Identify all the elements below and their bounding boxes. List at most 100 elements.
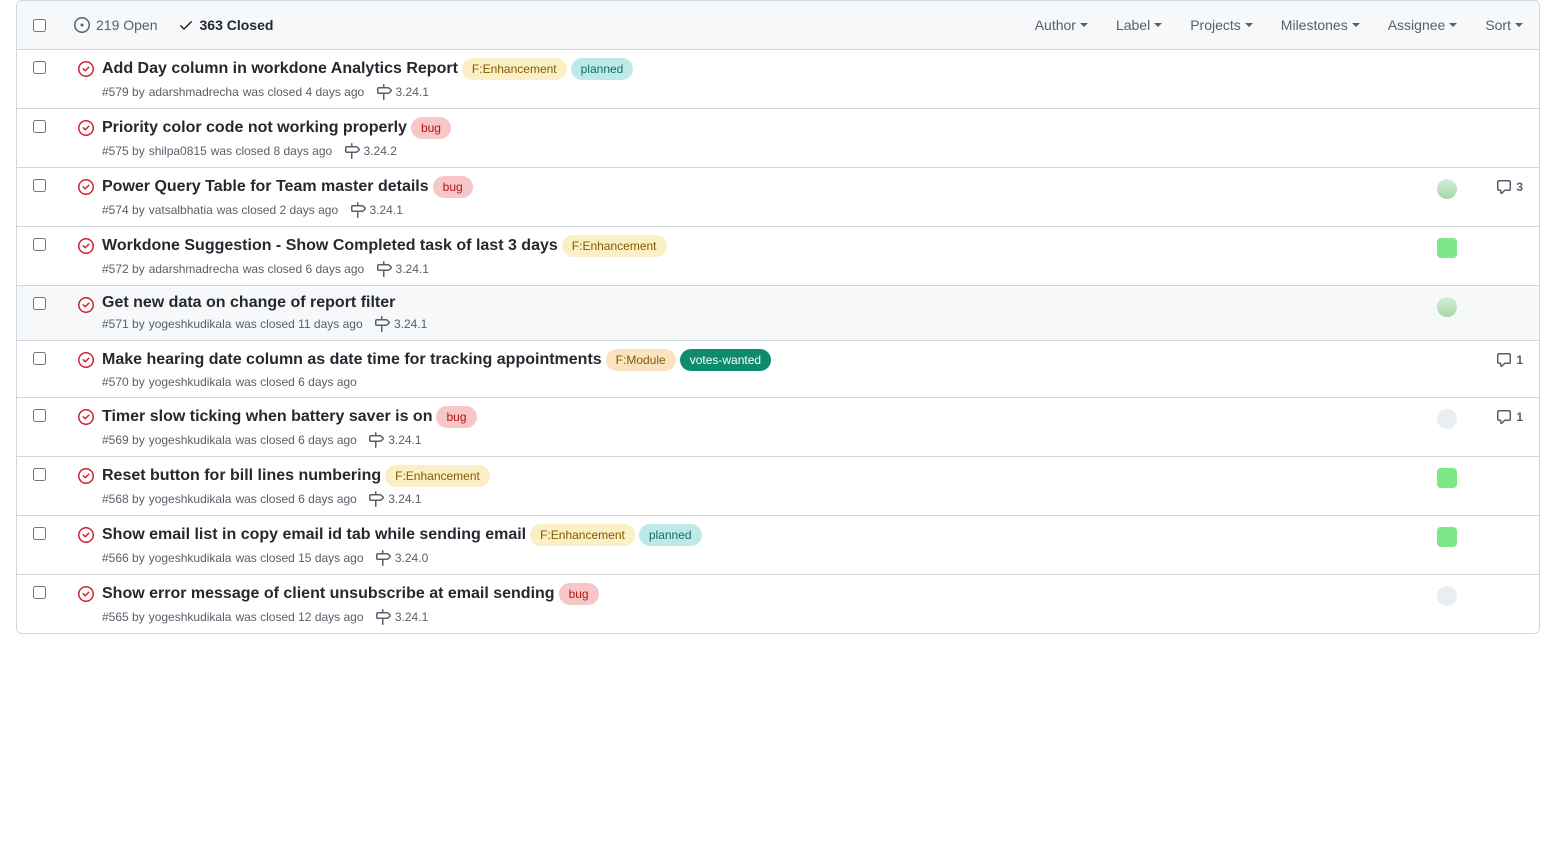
issue-label[interactable]: bug	[433, 176, 473, 198]
assignee-avatar[interactable]	[1437, 238, 1457, 258]
header-left: 219 Open 363 Closed	[33, 17, 281, 33]
issue-author-link[interactable]: yogeshkudikala	[149, 551, 232, 565]
issue-label[interactable]: F:Module	[606, 349, 676, 371]
chevron-down-icon	[1352, 23, 1360, 27]
milestone-link[interactable]: 3.24.1	[396, 262, 429, 276]
issue-checkbox[interactable]	[33, 61, 46, 74]
issue-row: Add Day column in workdone Analytics Rep…	[17, 50, 1539, 109]
issue-closed-icon	[78, 468, 94, 484]
issue-author-link[interactable]: vatsalbhatia	[149, 203, 213, 217]
issue-checkbox[interactable]	[33, 179, 46, 192]
milestone-icon	[368, 491, 384, 507]
assignee-avatar[interactable]	[1437, 409, 1457, 429]
issue-label[interactable]: bug	[436, 406, 476, 428]
closed-issues-toggle[interactable]: 363 Closed	[170, 17, 282, 33]
issue-label[interactable]: F:Enhancement	[562, 235, 667, 257]
milestone-icon	[376, 261, 392, 277]
issue-row: Make hearing date column as date time fo…	[17, 341, 1539, 398]
issue-author-link[interactable]: adarshmadrecha	[149, 85, 239, 99]
comments-link[interactable]: 3	[1496, 179, 1523, 195]
issue-row: Show email list in copy email id tab whi…	[17, 516, 1539, 575]
open-issues-toggle[interactable]: 219 Open	[66, 17, 166, 33]
issue-title-link[interactable]: Reset button for bill lines numbering	[102, 467, 381, 485]
filter-assignee[interactable]: Assignee	[1388, 17, 1458, 33]
select-all-checkbox[interactable]	[33, 19, 46, 32]
issue-checkbox[interactable]	[33, 586, 46, 599]
issue-checkbox[interactable]	[33, 409, 46, 422]
issue-checkbox[interactable]	[33, 468, 46, 481]
milestone-link[interactable]: 3.24.1	[396, 85, 429, 99]
issue-title-link[interactable]: Power Query Table for Team master detail…	[102, 178, 429, 196]
issue-title-link[interactable]: Workdone Suggestion - Show Completed tas…	[102, 237, 558, 255]
issue-label[interactable]: bug	[559, 583, 599, 605]
issue-title-link[interactable]: Show error message of client unsubscribe…	[102, 585, 555, 603]
issue-checkbox[interactable]	[33, 527, 46, 540]
issue-label[interactable]: F:Enhancement	[530, 524, 635, 546]
milestone-link[interactable]: 3.24.1	[370, 203, 403, 217]
issue-author-link[interactable]: yogeshkudikala	[149, 433, 232, 447]
chevron-down-icon	[1449, 23, 1457, 27]
issue-opened-icon	[74, 17, 90, 33]
issue-meta: #575 by shilpa0815 was closed 8 days ago…	[102, 143, 1397, 159]
issues-body: Add Day column in workdone Analytics Rep…	[17, 50, 1539, 633]
issue-row: Show error message of client unsubscribe…	[17, 575, 1539, 633]
issues-list-container: 219 Open 363 Closed Author Label Project…	[16, 0, 1540, 634]
issue-title-link[interactable]: Get new data on change of report filter	[102, 294, 395, 312]
issue-author-link[interactable]: yogeshkudikala	[149, 317, 232, 331]
milestone-icon	[376, 84, 392, 100]
assignee-avatar[interactable]	[1437, 297, 1457, 317]
issue-label[interactable]: planned	[571, 58, 634, 80]
issue-author-link[interactable]: yogeshkudikala	[149, 375, 232, 389]
comments-link[interactable]: 1	[1496, 352, 1523, 368]
issue-author-link[interactable]: shilpa0815	[149, 144, 207, 158]
milestone-icon	[350, 202, 366, 218]
assignee-avatar[interactable]	[1437, 527, 1457, 547]
milestone-icon	[368, 432, 384, 448]
issue-meta: #569 by yogeshkudikala was closed 6 days…	[102, 432, 1397, 448]
filter-author[interactable]: Author	[1035, 17, 1088, 33]
issue-title-link[interactable]: Show email list in copy email id tab whi…	[102, 526, 526, 544]
assignee-avatar[interactable]	[1437, 586, 1457, 606]
milestone-link[interactable]: 3.24.1	[388, 492, 421, 506]
issue-closed-icon	[78, 527, 94, 543]
issue-row: Power Query Table for Team master detail…	[17, 168, 1539, 227]
issue-label[interactable]: votes-wanted	[680, 349, 771, 371]
header-right: Author Label Projects Milestones Assigne…	[1035, 17, 1523, 33]
issue-closed-icon	[78, 120, 94, 136]
closed-count-label: 363 Closed	[200, 17, 274, 33]
filter-milestones[interactable]: Milestones	[1281, 17, 1360, 33]
assignee-avatar[interactable]	[1437, 468, 1457, 488]
issue-meta: #566 by yogeshkudikala was closed 15 day…	[102, 550, 1397, 566]
issue-title-link[interactable]: Priority color code not working properly	[102, 119, 407, 137]
milestone-link[interactable]: 3.24.2	[364, 144, 397, 158]
milestone-link[interactable]: 3.24.1	[395, 610, 428, 624]
issue-author-link[interactable]: yogeshkudikala	[149, 492, 232, 506]
issue-label[interactable]: planned	[639, 524, 702, 546]
issue-checkbox[interactable]	[33, 352, 46, 365]
issue-label[interactable]: bug	[411, 117, 451, 139]
issue-title-link[interactable]: Add Day column in workdone Analytics Rep…	[102, 60, 458, 78]
comments-link[interactable]: 1	[1496, 409, 1523, 425]
chevron-down-icon	[1515, 23, 1523, 27]
milestone-link[interactable]: 3.24.1	[388, 433, 421, 447]
issue-title-link[interactable]: Timer slow ticking when battery saver is…	[102, 408, 432, 426]
issue-meta: #570 by yogeshkudikala was closed 6 days…	[102, 375, 1397, 389]
assignee-avatar[interactable]	[1437, 179, 1457, 199]
filter-sort[interactable]: Sort	[1485, 17, 1523, 33]
issue-checkbox[interactable]	[33, 238, 46, 251]
issue-row: Reset button for bill lines numberingF:E…	[17, 457, 1539, 516]
issue-title-link[interactable]: Make hearing date column as date time fo…	[102, 351, 602, 369]
issue-author-link[interactable]: adarshmadrecha	[149, 262, 239, 276]
issue-row: Timer slow ticking when battery saver is…	[17, 398, 1539, 457]
issue-meta: #568 by yogeshkudikala was closed 6 days…	[102, 491, 1397, 507]
issue-author-link[interactable]: yogeshkudikala	[149, 610, 232, 624]
milestone-link[interactable]: 3.24.1	[394, 317, 427, 331]
issue-label[interactable]: F:Enhancement	[385, 465, 490, 487]
milestone-icon	[375, 550, 391, 566]
filter-projects[interactable]: Projects	[1190, 17, 1253, 33]
milestone-link[interactable]: 3.24.0	[395, 551, 428, 565]
issue-checkbox[interactable]	[33, 120, 46, 133]
issue-checkbox[interactable]	[33, 297, 46, 310]
filter-label[interactable]: Label	[1116, 17, 1162, 33]
issue-label[interactable]: F:Enhancement	[462, 58, 567, 80]
